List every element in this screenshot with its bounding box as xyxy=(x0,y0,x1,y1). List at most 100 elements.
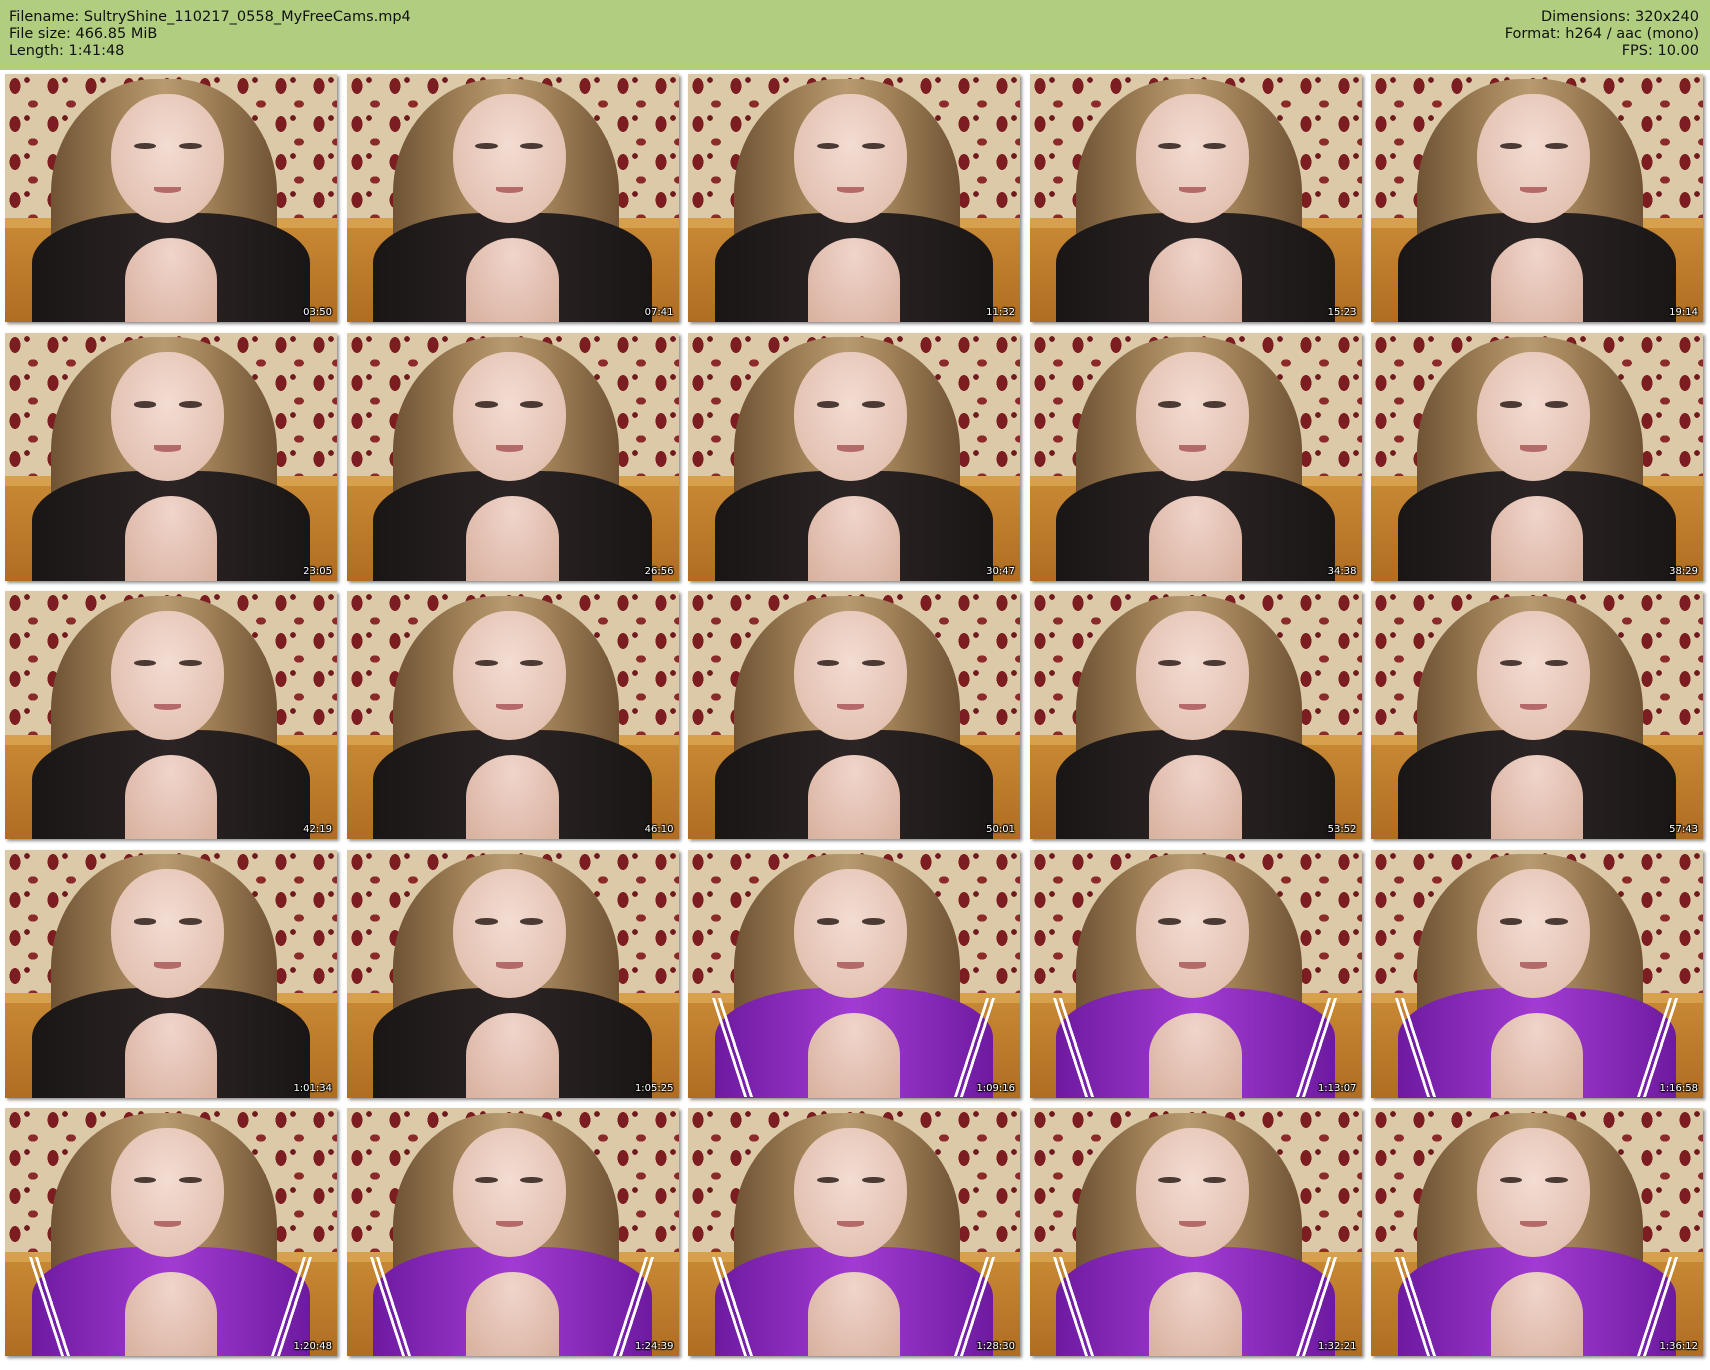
timestamp-label: 1:36:12 xyxy=(1659,1341,1698,1352)
chest-shape xyxy=(1490,1271,1584,1356)
thumbnail-frame: 26:56 xyxy=(346,332,679,581)
eye-shape xyxy=(816,401,840,408)
eye-shape xyxy=(1499,401,1523,408)
thumbnail-frame: 1:01:34 xyxy=(5,849,337,1098)
mouth-shape xyxy=(154,703,182,711)
face-shape xyxy=(111,610,225,740)
chest-shape xyxy=(466,496,559,581)
chest-shape xyxy=(466,1271,559,1356)
eye-shape xyxy=(178,659,202,667)
file-info: Filename: SultryShine_110217_0558_MyFree… xyxy=(9,9,411,60)
eye-shape xyxy=(520,918,544,925)
mouth-shape xyxy=(1178,1220,1206,1228)
timestamp-label: 34:38 xyxy=(1327,565,1357,577)
face-shape xyxy=(1477,352,1591,482)
face-shape xyxy=(1477,869,1591,999)
mouth-shape xyxy=(495,186,523,194)
eye-shape xyxy=(520,1176,544,1184)
thumbnail-frame: 15:23 xyxy=(1029,74,1362,322)
eye-shape xyxy=(475,142,498,150)
chest-shape xyxy=(124,1013,218,1098)
thumbnail-frame: 53:52 xyxy=(1029,591,1362,839)
timestamp-label: 1:13:07 xyxy=(1317,1082,1357,1094)
face-shape xyxy=(452,1127,566,1257)
format-text: Format: h264 / aac (mono) xyxy=(1504,26,1699,42)
chest-shape xyxy=(1149,1271,1242,1356)
face-shape xyxy=(1135,352,1249,482)
eye-shape xyxy=(1499,1176,1523,1184)
face-shape xyxy=(111,1127,225,1257)
mouth-shape xyxy=(1520,1220,1548,1228)
thumbnail-frame: 46:10 xyxy=(346,591,679,839)
eye-shape xyxy=(475,918,498,925)
eye-shape xyxy=(133,1176,157,1184)
dimensions-text: Dimensions: 320x240 xyxy=(1540,9,1699,25)
mouth-shape xyxy=(1520,445,1548,452)
chest-shape xyxy=(807,754,901,839)
timestamp-label: 38:29 xyxy=(1669,565,1698,577)
mouth-shape xyxy=(495,1220,523,1228)
timestamp-label: 1:01:34 xyxy=(293,1082,332,1094)
thumbnail-frame: 1:36:12 xyxy=(1371,1108,1703,1356)
chest-shape xyxy=(1149,237,1242,322)
face-shape xyxy=(794,869,908,999)
thumbnail-frame: 1:16:58 xyxy=(1371,849,1703,1098)
length-text: Length: 1:41:48 xyxy=(9,43,125,59)
thumbnail-frame: 1:32:21 xyxy=(1029,1108,1362,1356)
timestamp-label: 1:09:16 xyxy=(976,1082,1015,1094)
mouth-shape xyxy=(154,962,182,969)
timestamp-label: 23:05 xyxy=(303,565,332,577)
chest-shape xyxy=(1490,496,1584,581)
face-shape xyxy=(794,610,908,740)
eye-shape xyxy=(861,142,885,150)
eye-shape xyxy=(133,401,157,408)
mouth-shape xyxy=(495,445,523,452)
eye-shape xyxy=(475,401,498,408)
eye-shape xyxy=(861,401,885,408)
face-shape xyxy=(1477,1127,1591,1257)
face-shape xyxy=(794,93,908,223)
eye-shape xyxy=(1499,142,1523,150)
chest-shape xyxy=(807,1013,901,1098)
mouth-shape xyxy=(837,1220,865,1228)
eye-shape xyxy=(520,142,544,150)
timestamp-label: 42:19 xyxy=(303,824,332,835)
mouth-shape xyxy=(1520,703,1548,711)
face-shape xyxy=(452,93,566,223)
timestamp-label: 1:24:39 xyxy=(634,1341,674,1352)
mouth-shape xyxy=(1520,962,1548,969)
mouth-shape xyxy=(1178,445,1206,452)
eye-shape xyxy=(178,918,202,925)
eye-shape xyxy=(861,659,885,667)
eye-shape xyxy=(816,659,840,667)
mouth-shape xyxy=(495,962,523,969)
thumbnail-frame: 30:47 xyxy=(688,332,1020,581)
thumbnail-frame: 1:24:39 xyxy=(346,1108,679,1356)
eye-shape xyxy=(1203,401,1227,408)
eye-shape xyxy=(1544,1176,1568,1184)
eye-shape xyxy=(1203,1176,1227,1184)
thumbnail-frame: 34:38 xyxy=(1029,332,1362,581)
chest-shape xyxy=(1490,754,1584,839)
timestamp-label: 57:43 xyxy=(1669,824,1698,835)
face-shape xyxy=(452,869,566,999)
thumbnail-frame: 23:05 xyxy=(5,332,337,581)
eye-shape xyxy=(816,918,840,925)
timestamp-label: 1:20:48 xyxy=(293,1341,332,1352)
timestamp-label: 11:32 xyxy=(986,307,1015,318)
timestamp-label: 30:47 xyxy=(986,565,1015,577)
chest-shape xyxy=(807,237,901,322)
eye-shape xyxy=(1158,142,1181,150)
chest-shape xyxy=(1490,237,1584,322)
face-shape xyxy=(794,1127,908,1257)
eye-shape xyxy=(133,142,157,150)
face-shape xyxy=(111,93,225,223)
chest-shape xyxy=(124,237,218,322)
filename-text: Filename: SultryShine_110217_0558_MyFree… xyxy=(9,9,411,25)
eye-shape xyxy=(1158,918,1181,925)
eye-shape xyxy=(133,659,157,667)
eye-shape xyxy=(1203,918,1227,925)
eye-shape xyxy=(475,1176,498,1184)
face-shape xyxy=(452,352,566,482)
thumbnail-frame: 42:19 xyxy=(5,591,337,839)
